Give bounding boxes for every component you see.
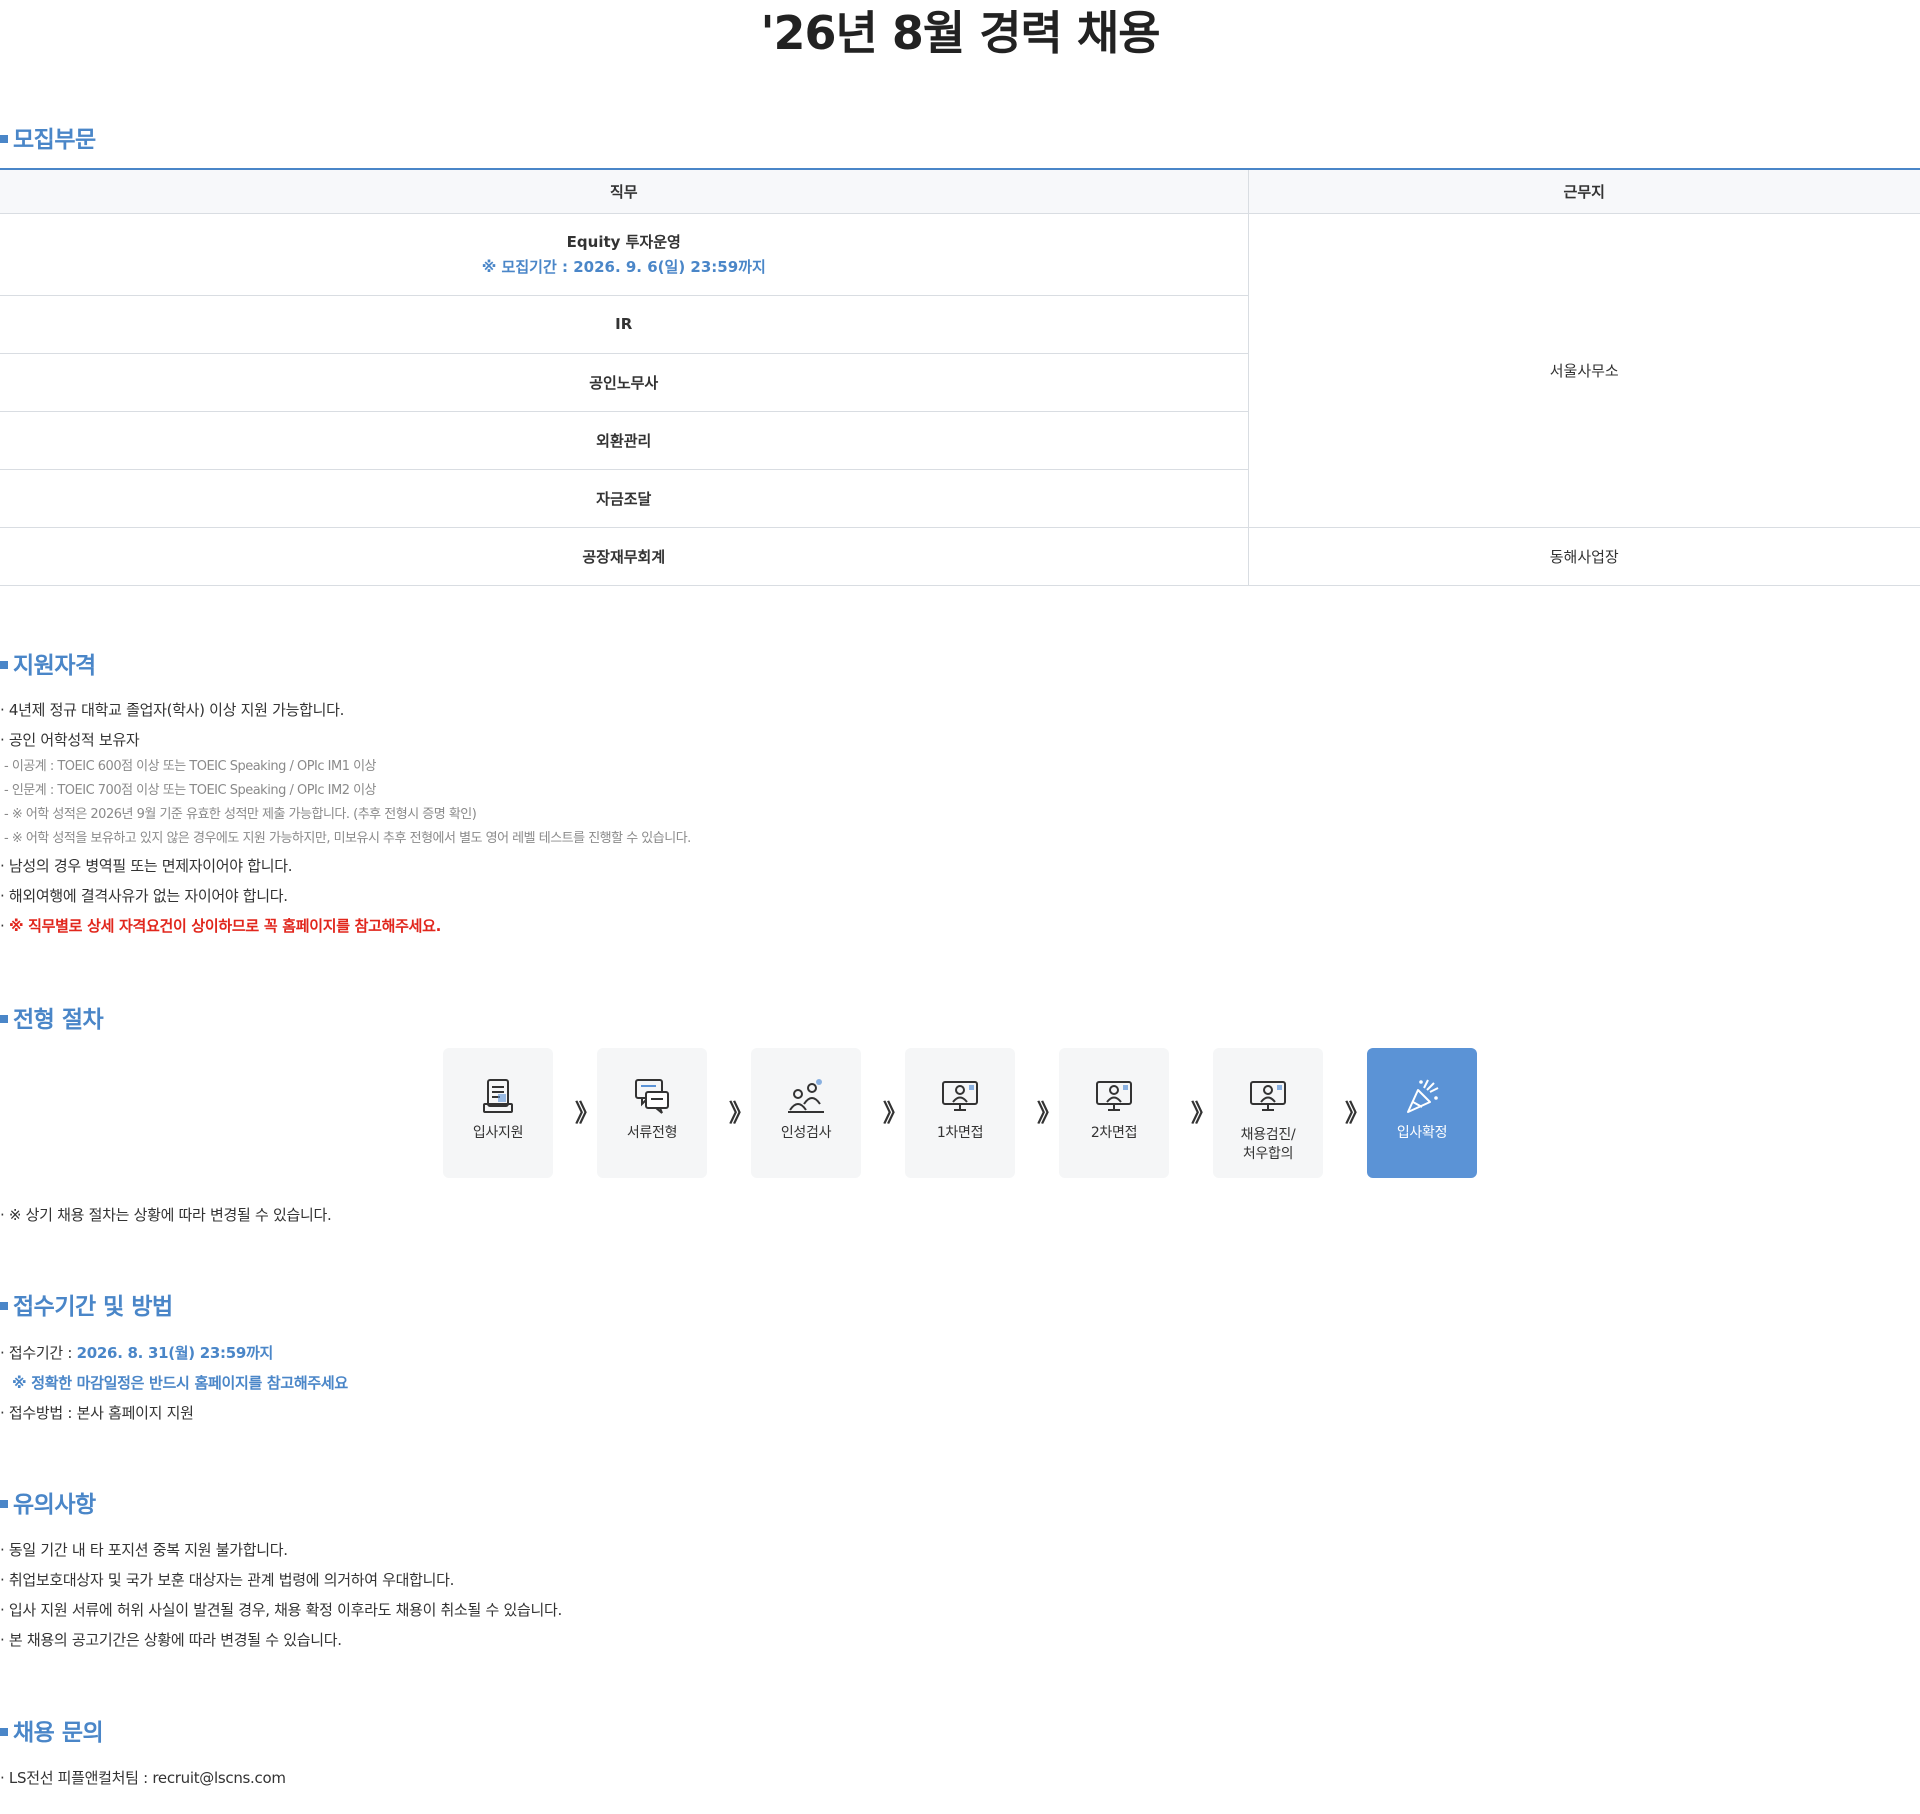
heading-bullet-icon (0, 1499, 8, 1508)
location-cell: 동해사업장 (1248, 527, 1920, 586)
job-cell: IR (0, 295, 1249, 354)
section-heading-process: 전형 절차 (0, 1005, 104, 1035)
table-row: 공장재무회계 동해사업장 (0, 527, 1920, 586)
job-cell: 외환관리 (0, 411, 1249, 470)
section-heading-text: 채용 문의 (13, 1720, 104, 1746)
process-note: · ※ 상기 채용 절차는 상황에 따라 변경될 수 있습니다. (0, 1200, 332, 1230)
period-label: · 접수기간 : (0, 1344, 77, 1362)
step-label: 인성검사 (780, 1125, 832, 1141)
list-item: · 해외여행에 결격사유가 없는 자이어야 합니다. (0, 887, 288, 905)
application-list: · 접수기간 : 2026. 8. 31(월) 23:59까지 ※ 정확한 마감… (0, 1338, 348, 1428)
party-popper-icon (1407, 1079, 1439, 1113)
contact-email: · LS전선 피플앤컬처팀 : recruit@lscns.com (0, 1769, 286, 1787)
process-step-first-interview: 1차면접 (905, 1048, 1015, 1178)
list-sub-item: - ※ 어학 성적을 보유하고 있지 않은 경우에도 지원 가능하지만, 미보유… (4, 831, 691, 846)
monitor-person-icon (1250, 1081, 1286, 1111)
heading-bullet-icon (0, 1727, 8, 1736)
page-title: '26년 8월 경력 채용 (760, 6, 1160, 60)
process-step-second-interview: 2차면접 (1059, 1048, 1169, 1178)
list-sub-item: - 이공계 : TOEIC 600점 이상 또는 TOEIC Speaking … (4, 759, 377, 774)
document-icon (483, 1079, 513, 1113)
step-label: 1차면접 (936, 1125, 984, 1141)
table-header-job: 직무 (0, 169, 1249, 214)
list-item-warning: · ※ 직무별로 상세 자격요건이 상이하므로 꼭 홈페이지를 참고해주세요. (0, 911, 691, 941)
bullet: · (0, 917, 9, 935)
section-heading-recruit: 모집부문 (0, 125, 96, 155)
heading-bullet-icon (0, 660, 8, 669)
heading-bullet-icon (0, 134, 8, 143)
section-heading-text: 전형 절차 (13, 1007, 104, 1033)
step-label: 서류전형 (626, 1125, 678, 1141)
section-heading-text: 유의사항 (13, 1492, 96, 1518)
job-deadline-note: ※ 모집기간 : 2026. 9. 6(일) 23:59까지 (481, 258, 766, 276)
list-item: · 남성의 경우 병역필 또는 면제자이어야 합니다. (0, 857, 293, 875)
heading-bullet-icon (0, 1301, 8, 1310)
step-label: 채용검진/ 처우합의 (1240, 1127, 1296, 1162)
chat-icon (635, 1079, 669, 1114)
table-header-row: 직무 근무지 (0, 169, 1920, 214)
qualification-list: · 4년제 정규 대학교 졸업자(학사) 이상 지원 가능합니다. · 공인 어… (0, 695, 691, 941)
step-label: 2차면접 (1090, 1125, 1138, 1141)
job-table: 직무 근무지 Equity 투자운영 ※ 모집기간 : 2026. 9. 6(일… (0, 168, 1920, 586)
list-sub-item: - 인문계 : TOEIC 700점 이상 또는 TOEIC Speaking … (4, 783, 377, 798)
period-note: ※ 정확한 마감일정은 반드시 홈페이지를 참고해주세요 (12, 1374, 348, 1392)
section-heading-text: 지원자격 (13, 653, 96, 679)
job-cell: 공장재무회계 (0, 527, 1249, 586)
job-cell: 공인노무사 (0, 353, 1249, 412)
table-header-location: 근무지 (1248, 169, 1920, 214)
monitor-person-icon (1096, 1081, 1132, 1111)
list-sub-item: - ※ 어학 성적은 2026년 9월 기준 유효한 성적만 제출 가능합니다.… (4, 807, 477, 822)
process-step-personality-test: 인성검사 (751, 1048, 861, 1178)
list-item: · 공인 어학성적 보유자 (0, 731, 140, 749)
section-heading-text: 접수기간 및 방법 (13, 1294, 173, 1320)
job-cell: 자금조달 (0, 469, 1249, 528)
list-item: · 4년제 정규 대학교 졸업자(학사) 이상 지원 가능합니다. (0, 701, 345, 719)
process-steps: 입사지원 》 서류전형 》 인성검사 》 1차면접 》 2차면접 》 채용검진/… (443, 1048, 1477, 1178)
step-label: 입사확정 (1396, 1125, 1448, 1141)
section-heading-text: 모집부문 (13, 127, 96, 153)
inquiry-list: · LS전선 피플앤컬처팀 : recruit@lscns.com (0, 1763, 286, 1793)
process-step-screening: 서류전형 (597, 1048, 707, 1178)
section-heading-application: 접수기간 및 방법 (0, 1292, 173, 1322)
section-heading-notice: 유의사항 (0, 1490, 96, 1520)
list-item: · 접수방법 : 본사 홈페이지 지원 (0, 1404, 194, 1422)
section-heading-qualification: 지원자격 (0, 651, 96, 681)
job-title: Equity 투자운영 (566, 233, 681, 251)
list-item-period: · 접수기간 : 2026. 8. 31(월) 23:59까지 (0, 1338, 348, 1368)
list-item: · 본 채용의 공고기간은 상황에 따라 변경될 수 있습니다. (0, 1631, 342, 1649)
process-step-hired: 입사확정 (1367, 1048, 1477, 1178)
warning-text: ※ 직무별로 상세 자격요건이 상이하므로 꼭 홈페이지를 참고해주세요. (8, 917, 442, 935)
list-item-period-note: ※ 정확한 마감일정은 반드시 홈페이지를 참고해주세요 (0, 1368, 348, 1398)
job-cell: Equity 투자운영 ※ 모집기간 : 2026. 9. 6(일) 23:59… (0, 213, 1249, 296)
process-step-medical-check: 채용검진/ 처우합의 (1213, 1048, 1323, 1178)
list-item: · 동일 기간 내 타 포지션 중복 지원 불가합니다. (0, 1541, 288, 1559)
list-item: · 취업보호대상자 및 국가 보훈 대상자는 관계 법령에 의거하여 우대합니다… (0, 1571, 455, 1589)
list-item: · 입사 지원 서류에 허위 사실이 발견될 경우, 채용 확정 이후라도 채용… (0, 1601, 562, 1619)
table-row: Equity 투자운영 ※ 모집기간 : 2026. 9. 6(일) 23:59… (0, 213, 1920, 528)
heading-bullet-icon (0, 1014, 8, 1023)
section-heading-inquiry: 채용 문의 (0, 1718, 104, 1748)
list-item: · ※ 상기 채용 절차는 상황에 따라 변경될 수 있습니다. (0, 1206, 332, 1224)
monitor-person-icon (942, 1081, 978, 1111)
location-cell: 서울사무소 (1248, 213, 1920, 528)
period-value: 2026. 8. 31(월) 23:59까지 (76, 1344, 274, 1362)
people-icon (788, 1079, 824, 1113)
step-label: 입사지원 (472, 1125, 524, 1141)
notice-list: · 동일 기간 내 타 포지션 중복 지원 불가합니다. · 취업보호대상자 및… (0, 1535, 562, 1655)
process-step-apply: 입사지원 (443, 1048, 553, 1178)
